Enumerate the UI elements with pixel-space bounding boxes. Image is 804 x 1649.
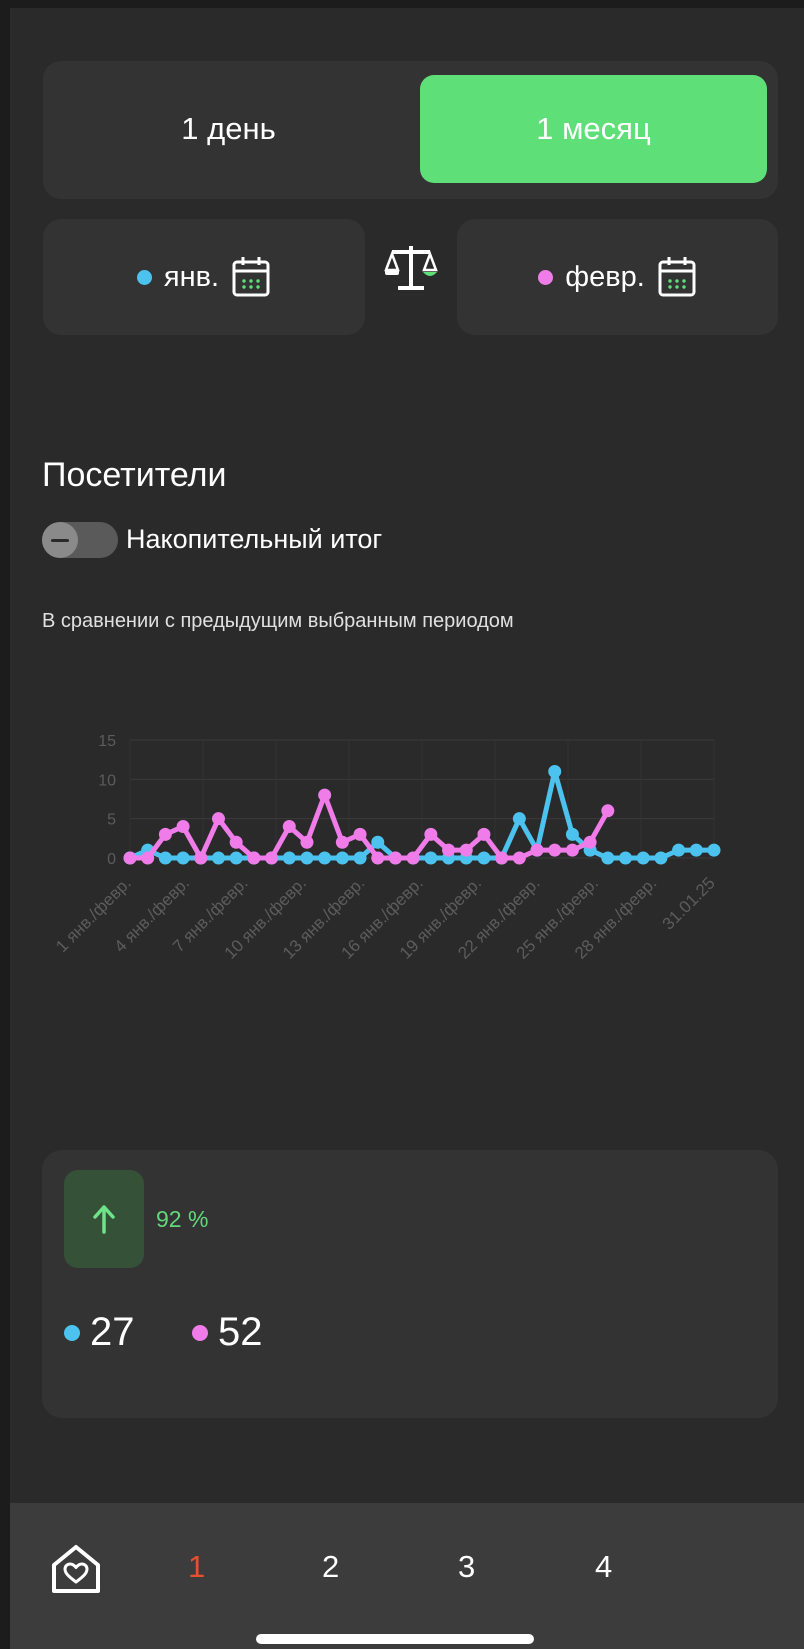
series-b-point [123,851,137,865]
series-b-point [265,851,279,865]
period-day-button[interactable]: 1 день [51,75,406,183]
summary-card: 92 % 27 52 [42,1150,778,1418]
change-percent: 92 % [156,1206,209,1232]
series-a-point [654,851,668,865]
series-a-point [300,851,314,865]
series-a-point [335,851,349,865]
period-b-picker[interactable]: февр. [457,219,778,335]
period-a-picker[interactable]: янв. [43,219,365,335]
series-b-point [442,843,456,857]
series-b-dot [192,1324,208,1341]
series-a-point [353,851,367,865]
app-screen: 1 день 1 месяц янв. февр. Посетители Нак… [10,8,804,1649]
y-tick-label: 5 [107,812,116,829]
series-b-point [388,851,402,865]
series-b-point [229,835,243,849]
series-a-point [672,843,686,857]
series-b-point [565,843,579,857]
series-b-point [583,835,597,849]
total-period-b: 52 [192,1310,263,1355]
nav-item-4[interactable]: 4 [595,1549,612,1585]
period-month-button[interactable]: 1 месяц [420,75,767,183]
total-period-a: 27 [64,1310,135,1355]
cumulative-toggle[interactable] [42,522,118,558]
period-a-label: янв. [163,260,220,293]
series-b-point [141,851,155,865]
nav-item-3[interactable]: 3 [458,1549,475,1585]
series-a-point [636,851,650,865]
series-b-point [530,843,544,857]
y-tick-label: 10 [98,772,116,789]
series-a-point [565,827,579,841]
arrow-up-icon [93,1205,115,1234]
series-a-point [282,851,296,865]
y-tick-label: 15 [98,733,116,750]
series-b-point [335,835,349,849]
series-a-point [601,851,615,865]
series-b-point [353,827,367,841]
visitors-chart: 0510151 янв./февр.4 янв./февр.7 янв./фев… [52,733,721,963]
period-toggle: 1 день 1 месяц [43,61,778,199]
series-b-point [512,851,526,865]
series-b-point [318,788,332,802]
nav-item-2[interactable]: 2 [322,1549,339,1585]
series-a-point [229,851,243,865]
series-b-point [247,851,261,865]
series-a-point [211,851,225,865]
period-b-label: февр. [565,260,645,293]
series-b-point [282,820,296,834]
series-a-point [689,843,703,857]
series-b-point [158,827,172,841]
series-a-point [619,851,633,865]
scale-icon[interactable] [382,240,440,298]
y-tick-label: 0 [107,851,116,868]
series-a-point [707,843,721,857]
nav-item-1[interactable]: 1 [188,1549,205,1585]
series-b-point [194,851,208,865]
series-b-point [459,843,473,857]
series-a-point [158,851,172,865]
series-b-point [477,827,491,841]
series-b-dot [538,269,554,285]
series-a-point [548,764,562,778]
series-a-point [477,851,491,865]
total-period-a-value: 27 [90,1310,135,1354]
series-b-point [495,851,509,865]
calendar-icon [658,257,696,297]
series-a-dot [64,1324,80,1341]
series-a-point [318,851,332,865]
series-b-point [548,843,562,857]
toggle-knob [42,522,78,558]
home-indicator [256,1634,534,1644]
series-a-point [176,851,190,865]
series-b-point [601,804,615,818]
series-a-dot [136,269,152,285]
cumulative-toggle-label: Накопительный итог [126,524,383,554]
bottom-nav: 1 2 3 4 [10,1503,804,1649]
x-tick-label: 31.01.25 [659,873,719,933]
series-b-point [424,827,438,841]
comparison-subtitle: В сравнении с предыдущим выбранным перио… [42,610,514,632]
series-a-point [424,851,438,865]
series-b-point [406,851,420,865]
section-title: Посетители [42,456,227,494]
series-a-point [512,812,526,826]
series-b-point [371,851,385,865]
calendar-icon [232,257,270,297]
series-b-point [211,812,225,826]
series-b-point [176,820,190,834]
series-b-point [300,835,314,849]
change-badge [64,1170,144,1268]
home-heart-icon[interactable] [48,1541,104,1597]
series-a-point [371,835,385,849]
total-period-b-value: 52 [218,1310,263,1354]
